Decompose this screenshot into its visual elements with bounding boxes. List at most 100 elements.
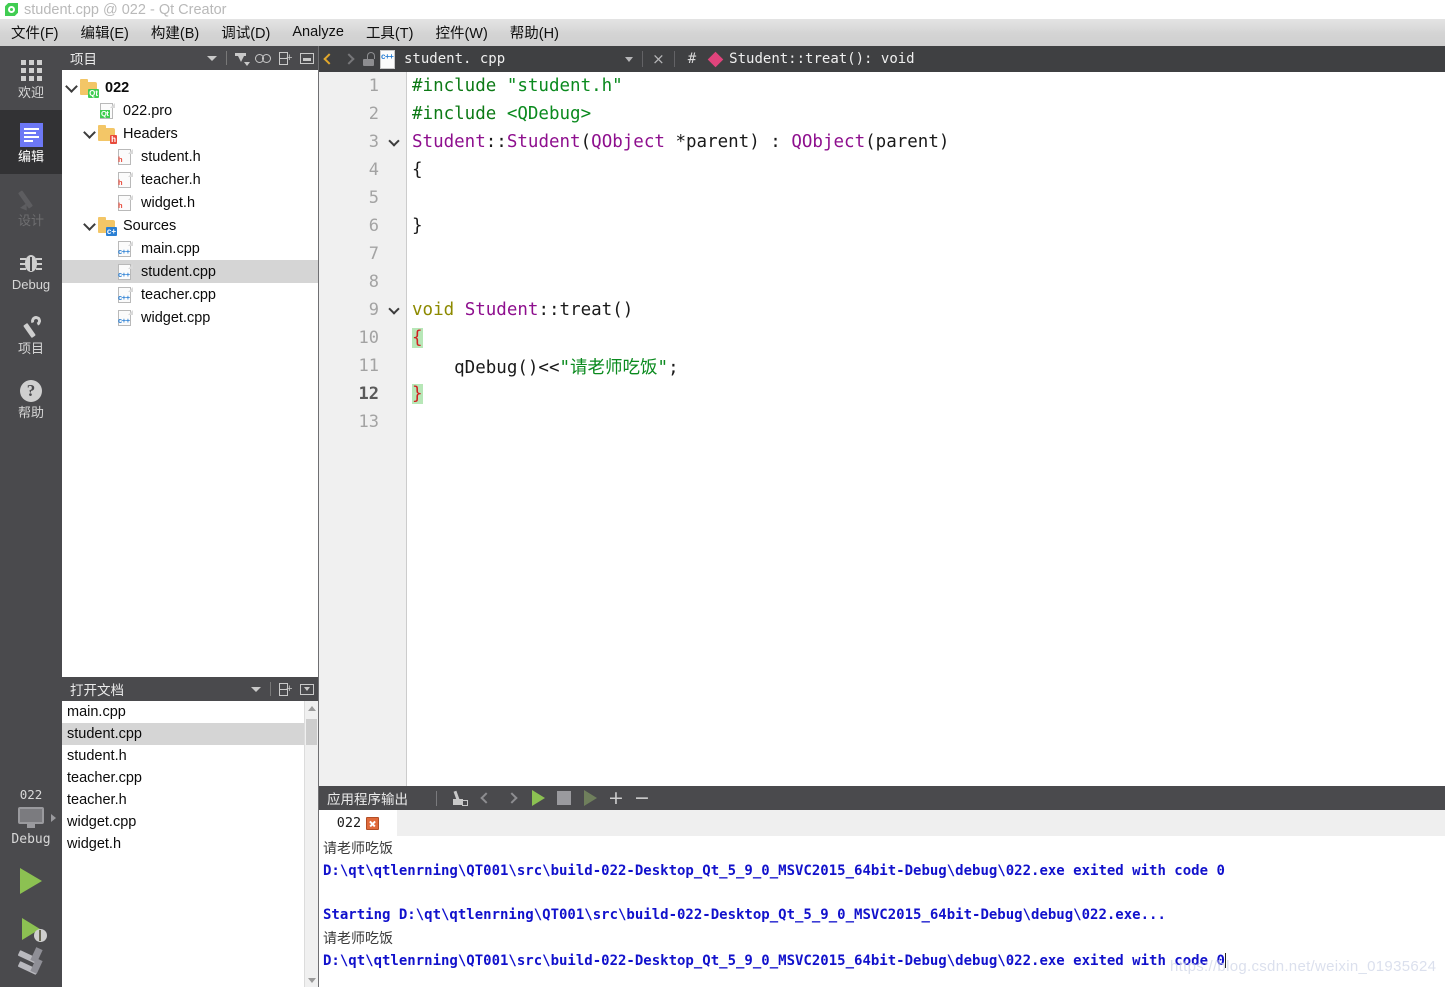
next-item-button[interactable]: [499, 786, 525, 810]
tree-item-label: student.cpp: [141, 263, 216, 280]
kit-project-name: 022: [19, 787, 43, 802]
menu-tools[interactable]: 工具(T): [355, 19, 425, 47]
menu-widgets[interactable]: 控件(W): [424, 19, 498, 47]
list-item[interactable]: widget.h: [62, 833, 318, 855]
tree-item-student-cpp[interactable]: c++ student.cpp: [62, 260, 318, 283]
split-add-icon[interactable]: +: [274, 46, 296, 70]
expander-icon[interactable]: [62, 79, 80, 93]
tree-item-project-022[interactable]: Qt 022: [62, 76, 318, 99]
close-icon[interactable]: ×: [652, 51, 665, 67]
clear-output-button[interactable]: [447, 786, 473, 810]
kit-selector[interactable]: 022 Debug: [0, 783, 62, 857]
split-add-icon[interactable]: +: [274, 677, 296, 701]
tree-item-widget-cpp[interactable]: c++ widget.cpp: [62, 306, 318, 329]
tree-item-022-pro[interactable]: Qt 022.pro: [62, 99, 318, 122]
list-item[interactable]: student.cpp: [62, 723, 318, 745]
file-h-icon: h: [116, 171, 134, 189]
tree-item-student-h[interactable]: h student.h: [62, 145, 318, 168]
mode-label-help: 帮助: [17, 404, 44, 420]
open-documents-panel: 打开文档 + main.cpp student.cpp student.h te…: [62, 677, 319, 987]
mode-button-projects[interactable]: 项目: [0, 302, 62, 366]
code-editor[interactable]: 1 #include "student.h" 2 #include <QDebu…: [319, 72, 1445, 786]
mode-button-welcome[interactable]: 欢迎: [0, 46, 62, 110]
open-documents-scrollbar[interactable]: [304, 701, 318, 987]
debug-output-button[interactable]: [577, 786, 603, 810]
menu-build[interactable]: 构建(B): [140, 19, 210, 47]
build-project-button[interactable]: [0, 953, 62, 987]
start-debugging-button[interactable]: [0, 905, 62, 953]
project-tree: Qt 022 Qt 022.pro h Headers h student.h: [62, 70, 318, 329]
mode-button-debug[interactable]: Debug: [0, 238, 62, 302]
run-output-button[interactable]: [525, 786, 551, 810]
code-text: #include "student.h": [412, 76, 623, 96]
divider: [270, 682, 271, 696]
close-icon[interactable]: [366, 816, 380, 830]
scroll-down-arrow-icon[interactable]: [305, 973, 318, 987]
code-text: #include <QDebug>: [412, 104, 592, 124]
filter-icon[interactable]: [230, 46, 252, 70]
zoom-out-button[interactable]: −: [629, 786, 655, 810]
minimize-panel-icon[interactable]: [296, 677, 318, 701]
tree-item-widget-h[interactable]: h widget.h: [62, 191, 318, 214]
menu-help[interactable]: 帮助(H): [499, 19, 570, 47]
open-documents-header: 打开文档 +: [62, 677, 318, 701]
nav-forward-button[interactable]: [339, 46, 359, 72]
stop-output-button[interactable]: [551, 786, 577, 810]
code-text: void Student::treat(): [412, 300, 634, 320]
unlocked-icon[interactable]: [362, 52, 375, 66]
tree-item-label: 022.pro: [123, 102, 173, 119]
prev-item-button[interactable]: [473, 786, 499, 810]
doc-label: widget.cpp: [67, 814, 137, 830]
list-item[interactable]: teacher.h: [62, 789, 318, 811]
link-icon[interactable]: [252, 46, 274, 70]
menu-debug[interactable]: 调试(D): [210, 19, 281, 47]
fold-marker-collapse-icon[interactable]: [381, 302, 407, 315]
zoom-in-button[interactable]: +: [603, 786, 629, 810]
menu-file[interactable]: 文件(F): [0, 19, 70, 47]
chevron-down-icon[interactable]: [201, 46, 223, 70]
file-h-icon: h: [116, 194, 134, 212]
editor-filename[interactable]: student. cpp: [404, 51, 505, 67]
code-line: 9 void Student::treat(): [319, 296, 1445, 324]
code-line: 8: [319, 268, 1445, 296]
run-button[interactable]: [0, 857, 62, 905]
menu-edit[interactable]: 编辑(E): [70, 19, 140, 47]
mode-button-edit[interactable]: 编辑: [0, 110, 62, 174]
list-item[interactable]: teacher.cpp: [62, 767, 318, 789]
scrollbar-thumb[interactable]: [306, 719, 317, 745]
minimize-panel-icon[interactable]: [296, 46, 318, 70]
symbol-selector[interactable]: Student::treat(): void: [729, 51, 914, 67]
tree-item-headers[interactable]: h Headers: [62, 122, 318, 145]
doc-label: teacher.h: [67, 792, 127, 808]
nav-back-button[interactable]: [319, 46, 339, 72]
output-tab-022[interactable]: 022: [319, 810, 397, 836]
mode-label-welcome: 欢迎: [17, 84, 44, 100]
chevron-down-icon[interactable]: [245, 677, 267, 701]
list-item[interactable]: student.h: [62, 745, 318, 767]
list-item[interactable]: main.cpp: [62, 701, 318, 723]
mode-button-help[interactable]: ? 帮助: [0, 366, 62, 430]
play-icon: [531, 790, 545, 806]
code-line: 5: [319, 184, 1445, 212]
code-line: 13: [319, 408, 1445, 436]
tree-item-label: widget.h: [141, 194, 196, 211]
fold-marker-collapse-icon[interactable]: [381, 134, 407, 147]
expander-icon[interactable]: [80, 217, 98, 231]
bug-icon: [20, 249, 42, 277]
document-icon: [19, 121, 43, 149]
menu-analyze[interactable]: Analyze: [281, 21, 355, 44]
play-icon: [20, 868, 42, 894]
chevron-right-icon: [343, 53, 355, 65]
tree-item-sources[interactable]: c+ Sources: [62, 214, 318, 237]
line-number: 11: [358, 356, 379, 376]
output-line-text: D:\qt\qtlenrning\QT001\src\build-022-Des…: [323, 952, 1225, 969]
tree-item-main-cpp[interactable]: c++ main.cpp: [62, 237, 318, 260]
chevron-down-icon[interactable]: [625, 56, 634, 62]
list-item[interactable]: widget.cpp: [62, 811, 318, 833]
tree-item-teacher-cpp[interactable]: c++ teacher.cpp: [62, 283, 318, 306]
tree-item-teacher-h[interactable]: h teacher.h: [62, 168, 318, 191]
expander-icon[interactable]: [80, 125, 98, 139]
scroll-up-arrow-icon[interactable]: [305, 701, 318, 715]
file-qt-icon: Qt: [98, 102, 116, 120]
mode-button-design[interactable]: 设计: [0, 174, 62, 238]
